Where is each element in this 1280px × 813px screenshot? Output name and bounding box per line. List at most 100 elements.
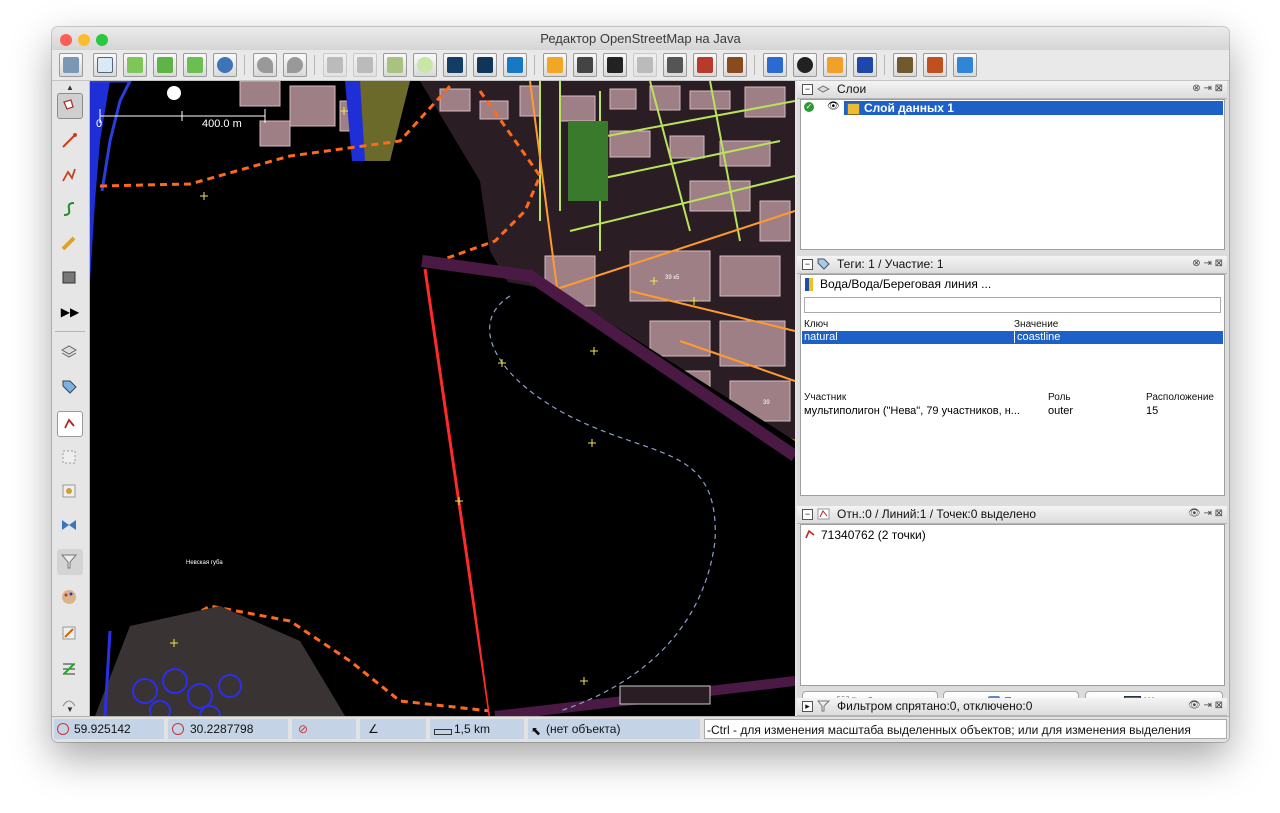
map-view[interactable]: 400.0 m 0 Невская губа 39 к5 39 (90, 81, 795, 716)
panel-controls-icon[interactable]: 👁 ⇥ ⊠ (1188, 508, 1223, 519)
heading-icon: ⊘ (298, 722, 309, 736)
layer-active-check-icon[interactable]: ✓ (804, 102, 814, 112)
selection-toggle-icon[interactable] (57, 411, 83, 437)
scale-label: 400.0 m (202, 118, 242, 130)
collapse-icon[interactable]: − (802, 509, 813, 520)
draw-line-icon[interactable] (57, 129, 83, 155)
preset-link[interactable]: Вода/Вода/Береговая линия ... (820, 277, 991, 291)
member-column-header[interactable]: Участник (804, 392, 846, 403)
tag-search-input[interactable] (804, 297, 1221, 313)
relations-toggle-icon[interactable] (57, 445, 83, 471)
position-column-header[interactable]: Расположение (1146, 392, 1214, 403)
building-tool-icon[interactable] (57, 265, 83, 291)
zoom-icon[interactable] (413, 53, 437, 77)
wms-icon[interactable] (383, 53, 407, 77)
role-column-header[interactable]: Роль (1048, 392, 1071, 403)
upload-icon[interactable] (183, 53, 207, 77)
tag-value: coastline (1014, 331, 1060, 343)
filter-toggle-icon[interactable] (57, 549, 83, 575)
filter-panel-title: Фильтром спрятано:0, отключено:0 (837, 699, 1033, 713)
expand-icon[interactable]: ▸ (802, 701, 813, 712)
map-paint-icon[interactable] (57, 585, 83, 611)
layer-row[interactable]: ✓ 👁 Слой данных 1 (801, 101, 1224, 116)
collapse-icon[interactable]: − (802, 84, 813, 95)
panel-controls-icon[interactable]: ⊗ ⇥ ⊠ (1192, 83, 1223, 94)
conflicts-toggle-icon[interactable] (57, 513, 83, 539)
object-value: (нет объекта) (546, 722, 621, 736)
scroll-up-icon[interactable]: ▲ (66, 83, 74, 92)
river-icon[interactable] (953, 53, 977, 77)
history-toggle-icon[interactable] (57, 479, 83, 505)
right-panels: − Слои ⊗ ⇥ ⊠ ✓ 👁 Слой данных 1 − Теги: 1… (797, 81, 1229, 716)
house-label-1: 39 к5 (665, 275, 680, 281)
tags-panel-header: − Теги: 1 / Участие: 1 ⊗ ⇥ ⊠ (797, 256, 1227, 274)
info-icon[interactable] (853, 53, 877, 77)
building-icon[interactable] (763, 53, 787, 77)
layer-3-icon[interactable] (603, 53, 627, 77)
more-tools-icon[interactable]: ▶▶ (57, 299, 83, 325)
layers-panel-header: − Слои ⊗ ⇥ ⊠ (797, 81, 1227, 99)
redo-icon[interactable] (283, 53, 307, 77)
select-tool-icon[interactable] (57, 93, 83, 119)
selection-item[interactable]: 71340762 (2 точки) (801, 527, 1224, 542)
undo-icon[interactable] (253, 53, 277, 77)
membership-row[interactable]: мультиполигон ("Нева", 79 участников, н.… (802, 404, 1223, 418)
map-canvas[interactable]: 400.0 m 0 Невская губа 39 к5 39 (90, 81, 795, 716)
main-toolbar (52, 50, 1229, 81)
tags-body: Вода/Вода/Береговая линия ... Ключ Значе… (800, 274, 1225, 496)
tags-toggle-icon[interactable] (57, 375, 83, 401)
draw-way-icon[interactable] (57, 163, 83, 189)
member-position: 15 (1146, 405, 1159, 417)
osm-map-icon[interactable] (443, 53, 467, 77)
layers-toggle-icon[interactable] (57, 339, 83, 365)
panel-controls-icon[interactable]: ⊗ ⇥ ⊠ (1192, 258, 1223, 269)
layer-4-icon[interactable] (633, 53, 657, 77)
bing-icon[interactable] (503, 53, 527, 77)
heading-field: ⊘ (292, 719, 356, 739)
filter-panel-header: ▸ Фильтром спрятано:0, отключено:0 👁 ⇥ ⊠ (797, 698, 1227, 716)
edit-tools-sidebar: ▲ ▶▶ ▼ (52, 81, 90, 716)
tag-key: natural (804, 331, 838, 343)
download-along-icon[interactable] (123, 53, 147, 77)
member-name: мультиполигон ("Нева", 79 участников, н.… (804, 405, 1020, 417)
layer-name[interactable]: Слой данных 1 (844, 101, 1223, 115)
key-column-header[interactable]: Ключ (804, 319, 828, 330)
landuse-icon[interactable] (893, 53, 917, 77)
panel-controls-icon[interactable]: 👁 ⇥ ⊠ (1188, 700, 1223, 711)
layer-7-icon[interactable] (723, 53, 747, 77)
longitude-field: 30.2287798 (168, 719, 288, 739)
layer-5-icon[interactable] (663, 53, 687, 77)
selection-list: 71340762 (2 точки) (800, 524, 1225, 686)
improve-way-icon[interactable] (57, 197, 83, 223)
scroll-down-icon[interactable]: ▼ (66, 705, 74, 714)
football-icon[interactable] (793, 53, 817, 77)
status-bar: 59.925142 30.2287798 ⊘ ∠ 1,5 km ⬉ (нет о… (52, 716, 1229, 742)
imagery-icon[interactable] (473, 53, 497, 77)
longitude-value: 30.2287798 (190, 722, 254, 736)
pencil-icon[interactable] (57, 231, 83, 257)
title-bar: Редактор OpenStreetMap на Java (52, 27, 1229, 51)
place-label: Невская губа (186, 560, 223, 566)
ruler-icon (434, 729, 452, 735)
object-field: ⬉ (нет объекта) (528, 719, 700, 739)
layer-1-icon[interactable] (543, 53, 567, 77)
selection-icon (817, 508, 830, 520)
open-file-icon[interactable] (59, 53, 83, 77)
paste-icon[interactable] (353, 53, 377, 77)
layer-visibility-eye-icon[interactable]: 👁 (827, 101, 840, 112)
tag-row[interactable]: natural coastline (802, 331, 1223, 344)
value-column-header[interactable]: Значение (1014, 319, 1058, 330)
download-data-icon[interactable] (153, 53, 177, 77)
upload-notes-icon[interactable] (213, 53, 237, 77)
copy-icon[interactable] (323, 53, 347, 77)
validation-toggle-icon[interactable] (57, 621, 83, 647)
longitude-icon (172, 723, 184, 735)
latitude-field: 59.925142 (54, 719, 164, 739)
layer-2-icon[interactable] (573, 53, 597, 77)
todo-list-icon[interactable] (57, 657, 83, 683)
layer-6-icon[interactable] (693, 53, 717, 77)
collapse-icon[interactable]: − (802, 259, 813, 270)
shop-icon[interactable] (823, 53, 847, 77)
mountain-icon[interactable] (923, 53, 947, 77)
download-icon[interactable] (93, 53, 117, 77)
